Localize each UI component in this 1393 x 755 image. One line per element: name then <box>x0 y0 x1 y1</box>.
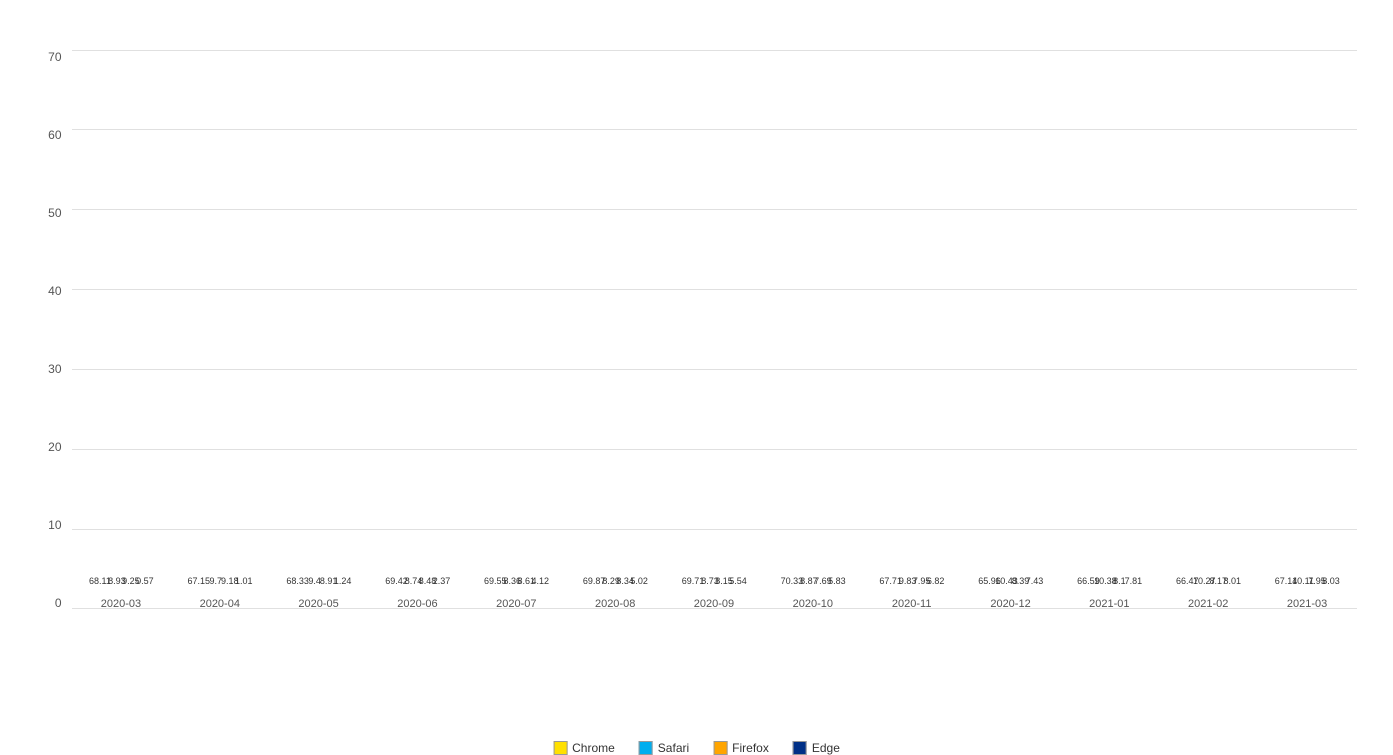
month-group: 67.719.837.956.822020-11 <box>882 50 942 610</box>
chart-area: 010203040506070 68.118.939.250.572020-03… <box>72 50 1357 610</box>
month-group: 67.159.79.181.012020-04 <box>190 50 250 610</box>
y-axis-label: 50 <box>27 206 62 220</box>
month-group: 65.9610.438.397.432020-12 <box>981 50 1041 610</box>
bar-value-edge: 4.12 <box>532 576 550 586</box>
y-axis: 0 10 20 30 40 50 60 70 <box>27 50 62 610</box>
month-group: 69.558.368.614.122020-07 <box>486 50 546 610</box>
y-axis-label: 60 <box>27 128 62 142</box>
legend-color-edge <box>793 741 807 755</box>
month-label: 2020-04 <box>200 598 240 610</box>
month-label: 2021-02 <box>1188 598 1228 610</box>
y-axis-label: 10 <box>27 518 62 532</box>
legend-item-chrome: Chrome <box>553 741 615 755</box>
month-label: 2020-07 <box>496 598 536 610</box>
legend-item-edge: Edge <box>793 741 840 755</box>
legend-item-firefox: Firefox <box>713 741 769 755</box>
chart-container: 010203040506070 68.118.939.250.572020-03… <box>17 10 1377 690</box>
month-group: 69.428.748.482.372020-06 <box>387 50 447 610</box>
month-label: 2020-06 <box>397 598 437 610</box>
bars-wrapper: 68.118.939.250.572020-0367.159.79.181.01… <box>72 50 1357 610</box>
month-label: 2020-11 <box>892 598 932 610</box>
month-label: 2021-03 <box>1287 598 1327 610</box>
month-label: 2020-05 <box>298 598 338 610</box>
legend-color-safari <box>639 741 653 755</box>
bar-value-edge: 7.43 <box>1026 576 1044 586</box>
bar-value-edge: 7.81 <box>1125 576 1143 586</box>
legend-label-chrome: Chrome <box>572 741 615 755</box>
month-label: 2020-10 <box>793 598 833 610</box>
bar-value-edge: 5.02 <box>630 576 648 586</box>
month-group: 66.4710.278.178.012021-02 <box>1178 50 1238 610</box>
legend-label-firefox: Firefox <box>732 741 769 755</box>
month-group: 70.338.877.695.832020-10 <box>783 50 843 610</box>
y-axis-label: 70 <box>27 50 62 64</box>
month-group: 66.5910.388.17.812021-01 <box>1079 50 1139 610</box>
month-label: 2020-09 <box>694 598 734 610</box>
month-group: 67.1410.117.958.032021-03 <box>1277 50 1337 610</box>
month-group: 68.339.48.911.242020-05 <box>289 50 349 610</box>
bar-value-chrome: 67.15 <box>188 576 211 586</box>
legend-color-chrome <box>553 741 567 755</box>
month-group: 69.718.738.155.542020-09 <box>684 50 744 610</box>
month-label: 2020-12 <box>990 598 1030 610</box>
bar-value-edge: 1.01 <box>235 576 253 586</box>
chart-legend: Chrome Safari Firefox Edge <box>553 741 840 755</box>
month-group: 69.878.298.345.022020-08 <box>585 50 645 610</box>
legend-color-firefox <box>713 741 727 755</box>
bar-value-edge: 0.57 <box>136 576 154 586</box>
y-axis-label: 0 <box>27 596 62 610</box>
month-group: 68.118.939.250.572020-03 <box>91 50 151 610</box>
legend-label-edge: Edge <box>812 741 840 755</box>
bar-value-edge: 8.03 <box>1322 576 1340 586</box>
bar-value-edge: 1.24 <box>334 576 352 586</box>
bar-value-edge: 6.82 <box>927 576 945 586</box>
month-label: 2020-03 <box>101 598 141 610</box>
bar-value-edge: 5.83 <box>828 576 846 586</box>
bar-value-edge: 2.37 <box>433 576 451 586</box>
y-axis-label: 20 <box>27 440 62 454</box>
y-axis-label: 40 <box>27 284 62 298</box>
bar-value-chrome: 68.33 <box>286 576 309 586</box>
bar-value-edge: 5.54 <box>729 576 747 586</box>
legend-label-safari: Safari <box>658 741 689 755</box>
month-label: 2021-01 <box>1089 598 1129 610</box>
y-axis-label: 30 <box>27 362 62 376</box>
month-label: 2020-08 <box>595 598 635 610</box>
bar-value-edge: 8.01 <box>1223 576 1241 586</box>
legend-item-safari: Safari <box>639 741 689 755</box>
